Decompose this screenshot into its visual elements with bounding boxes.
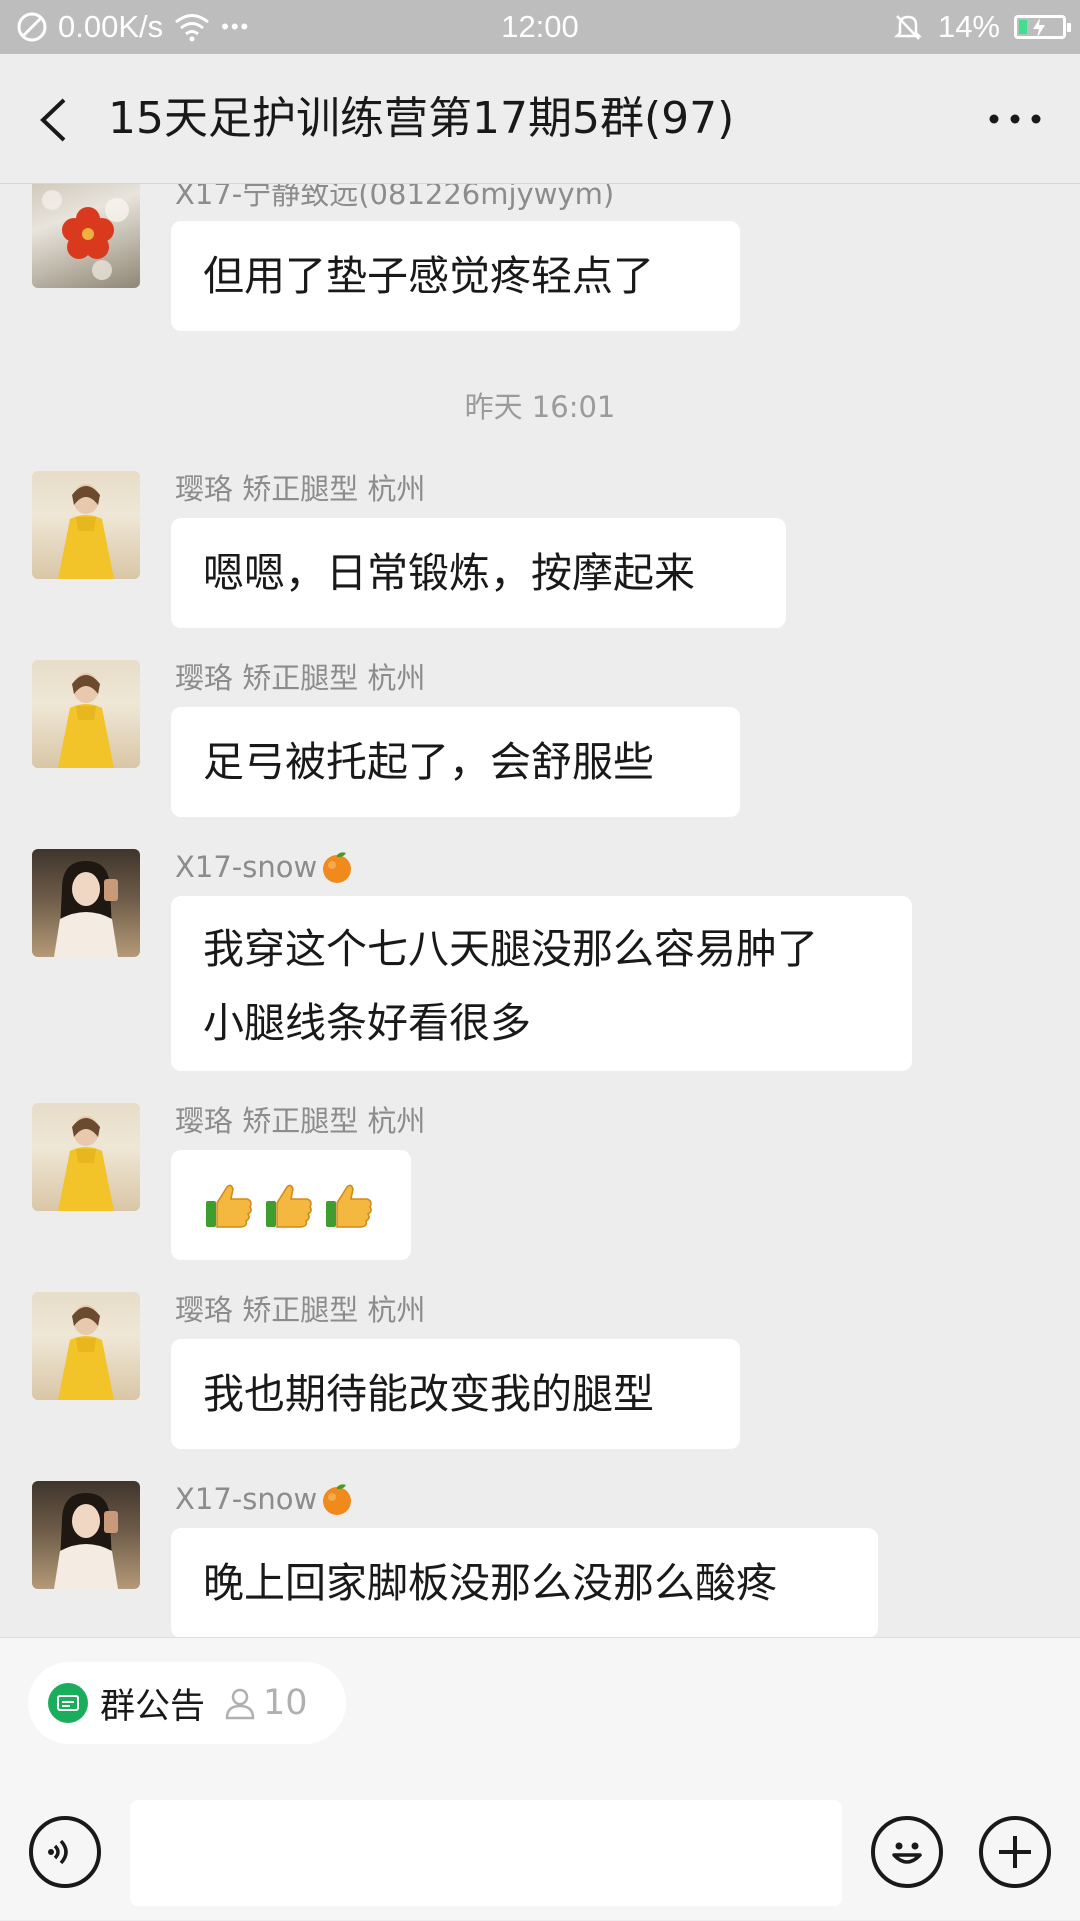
bottom-area: 群公告 10 <box>0 1637 1080 1920</box>
more-icon <box>989 114 1041 124</box>
timestamp: 昨天 16:01 <box>464 390 616 424</box>
input-bar <box>0 1788 1080 1921</box>
avatar[interactable] <box>32 849 140 957</box>
smiley-icon <box>892 1842 922 1864</box>
yellow-dress-avatar-image <box>58 673 114 768</box>
emoji-button[interactable] <box>871 1816 943 1888</box>
chat-title: 15天足护训练营第17期5群(97) <box>108 93 735 144</box>
person-icon <box>225 1688 255 1720</box>
battery-percent: 14% <box>937 9 1000 44</box>
yellow-dress-avatar-image <box>58 484 114 579</box>
notice-count: 10 <box>263 1683 308 1723</box>
message-bubble[interactable]: 我也期待能改变我的腿型 <box>171 1339 740 1449</box>
sender-name-text: X17-snow <box>175 850 318 884</box>
voice-icon <box>48 1839 68 1865</box>
avatar[interactable] <box>32 184 140 288</box>
sender-name: 璎珞 矫正腿型 杭州 <box>175 1293 426 1327</box>
avatar[interactable] <box>32 1481 140 1589</box>
mute-bell-icon <box>893 15 922 40</box>
avatar[interactable] <box>32 471 140 579</box>
more-options-button[interactable] <box>980 94 1050 144</box>
chevron-left-icon <box>40 98 66 142</box>
message-line: 小腿线条好看很多 <box>203 999 531 1047</box>
voice-button[interactable] <box>29 1816 101 1888</box>
snow-avatar-image <box>54 861 118 957</box>
thumbs-up-icon <box>266 1184 312 1228</box>
thumbs-up-icon <box>206 1184 252 1228</box>
message-bubble[interactable]: 我穿这个七八天腿没那么容易肿了 小腿线条好看很多 <box>171 896 912 1071</box>
thumbs-up-icon <box>326 1184 372 1228</box>
yellow-dress-avatar-image <box>58 1305 114 1400</box>
back-button[interactable] <box>28 90 78 150</box>
chat-header: 15天足护训练营第17期5群(97) <box>0 54 1080 184</box>
message-bubble[interactable]: 但用了垫子感觉疼轻点了 <box>171 221 740 331</box>
sender-name: X17-snow <box>175 1481 355 1517</box>
sender-name: 璎珞 矫正腿型 杭州 <box>175 472 426 506</box>
status-time: 12:00 <box>501 9 579 44</box>
more-functions-button[interactable] <box>979 1816 1051 1888</box>
sender-name: 璎珞 矫正腿型 杭州 <box>175 661 426 695</box>
message-input[interactable] <box>130 1800 842 1906</box>
yellow-dress-avatar-image <box>58 1116 114 1211</box>
group-notice-button[interactable]: 群公告 10 <box>28 1662 346 1744</box>
sender-name: X17-宁静致远(081226mjywym) <box>175 184 615 211</box>
message-bubble[interactable] <box>171 1150 411 1260</box>
sender-name: X17-snow <box>175 849 355 885</box>
avatar[interactable] <box>32 1292 140 1400</box>
snow-avatar-image <box>54 1493 118 1589</box>
avatar[interactable] <box>32 660 140 768</box>
message-list[interactable]: X17-宁静致远(081226mjywym) 但用了垫子感觉疼轻点了 昨天 16… <box>0 184 1080 1637</box>
notice-label: 群公告 <box>100 1686 206 1727</box>
message-bubble[interactable]: 嗯嗯，日常锻炼，按摩起来 <box>171 518 786 628</box>
status-right: 14% <box>892 0 1071 54</box>
orange-icon <box>323 852 352 883</box>
sender-name-text: X17-snow <box>175 1482 318 1516</box>
flower-avatar-image <box>42 190 129 280</box>
message-bubble[interactable]: 足弓被托起了，会舒服些 <box>171 707 740 817</box>
notice-icon <box>48 1683 88 1723</box>
message-bubble[interactable]: 晚上回家脚板没那么没那么酸疼 <box>171 1528 878 1637</box>
plus-icon <box>999 1836 1031 1868</box>
status-bar: 0.00K/s ••• 12:00 14% <box>0 0 1080 54</box>
message-line: 我穿这个七八天腿没那么容易肿了 <box>203 925 818 973</box>
sender-name: 璎珞 矫正腿型 杭州 <box>175 1104 426 1138</box>
avatar[interactable] <box>32 1103 140 1211</box>
orange-icon <box>323 1484 352 1515</box>
battery-icon <box>1014 15 1071 39</box>
